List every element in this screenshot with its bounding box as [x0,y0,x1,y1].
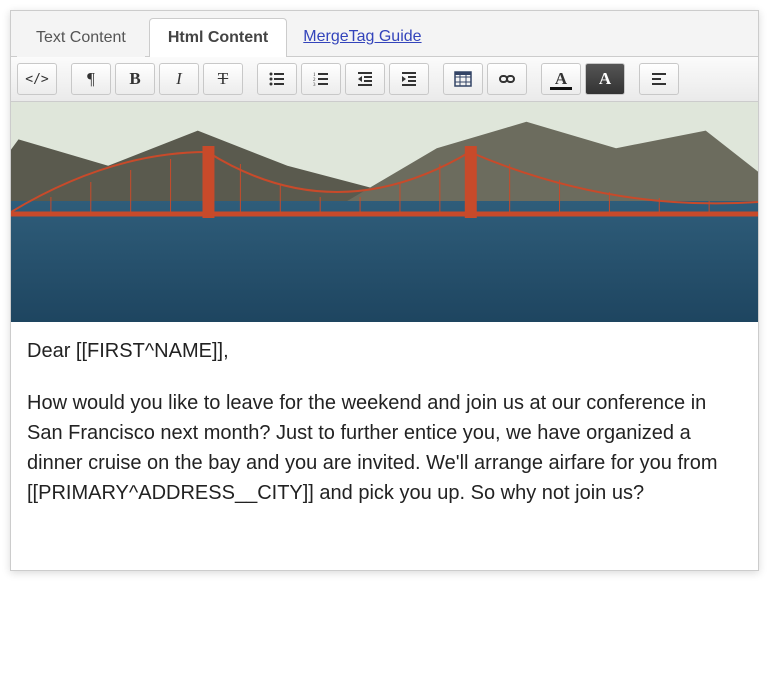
text-color-bar [550,87,572,90]
link-button[interactable] [487,63,527,95]
outdent-button[interactable] [345,63,385,95]
table-icon [454,70,472,88]
tab-bar: Text Content Html Content MergeTag Guide [11,11,758,57]
body-paragraph: How would you like to leave for the week… [27,388,742,508]
align-button[interactable] [639,63,679,95]
hero-image [11,102,758,322]
greeting-line: Dear [[FIRST^NAME]], [27,336,742,366]
email-body[interactable]: Dear [[FIRST^NAME]], How would you like … [11,322,758,570]
editor-window: Text Content Html Content MergeTag Guide… [10,10,759,571]
bold-button[interactable]: B [115,63,155,95]
bullet-list-button[interactable] [257,63,297,95]
numbered-list-button[interactable]: 123 [301,63,341,95]
text-color-button[interactable]: A [541,63,581,95]
numbered-list-icon: 123 [312,70,330,88]
mergetag-guide-link[interactable]: MergeTag Guide [291,18,433,56]
source-button[interactable]: </> [17,63,57,95]
show-blocks-button[interactable]: ¶ [71,63,111,95]
tab-text-content[interactable]: Text Content [17,18,145,57]
bullet-list-icon [268,70,286,88]
indent-button[interactable] [389,63,429,95]
svg-text:3: 3 [313,83,316,88]
strikethrough-button[interactable]: T [203,63,243,95]
toolbar: </> ¶ B I T 123 [11,57,758,102]
italic-button[interactable]: I [159,63,199,95]
tab-html-content[interactable]: Html Content [149,18,287,57]
align-icon [650,70,668,88]
indent-icon [400,70,418,88]
bridge-illustration [11,102,758,322]
table-button[interactable] [443,63,483,95]
bg-color-icon: A [599,69,611,89]
outdent-icon [356,70,374,88]
bg-color-button[interactable]: A [585,63,625,95]
text-color-icon: A [555,69,567,89]
link-icon [498,70,516,88]
